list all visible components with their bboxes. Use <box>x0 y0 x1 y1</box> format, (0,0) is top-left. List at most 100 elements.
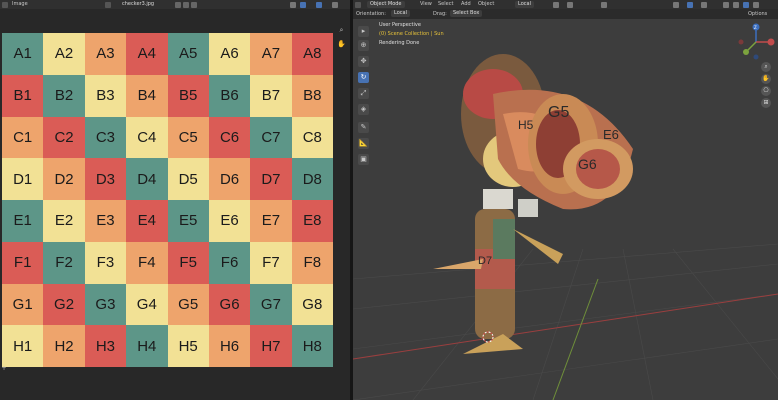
checker-cell-d8: D8 <box>291 158 333 200</box>
checker-cell-g1: G1 <box>2 283 44 326</box>
image-browse-icon[interactable] <box>105 2 111 8</box>
pan-hand-icon[interactable]: ✋ <box>337 40 346 49</box>
render-status-text: Rendering Done <box>379 40 420 46</box>
checker-cell-h2: H2 <box>43 325 85 367</box>
pan-view-icon[interactable]: ✋ <box>761 74 771 84</box>
checker-cell-c1: C1 <box>2 116 44 159</box>
measure-tool-button[interactable]: 📐 <box>358 138 369 149</box>
perspective-toggle-icon[interactable]: ⊞ <box>761 98 771 108</box>
tool-settings-bar: Orientation: Local Drag: Select Box Opti… <box>353 9 778 19</box>
checker-cell-e1: E1 <box>2 200 44 242</box>
navigation-gizmo[interactable]: Z <box>736 22 776 62</box>
checker-cell-g5: G5 <box>167 283 209 326</box>
transform-space-dropdown[interactable]: Local <box>515 1 534 8</box>
area-corner-icon[interactable]: + <box>1 366 7 372</box>
camera-view-icon[interactable]: ⎔ <box>761 86 771 96</box>
menu-select[interactable]: Select <box>438 0 453 9</box>
gizmo-toggle-icon[interactable] <box>316 2 322 8</box>
checker-cell-e3: E3 <box>84 200 127 242</box>
mode-dropdown[interactable]: Object Mode <box>367 1 405 8</box>
checker-cell-e2: E2 <box>43 200 85 242</box>
wireframe-shading-icon[interactable] <box>723 2 729 8</box>
options-button[interactable]: Options <box>748 9 767 19</box>
menu-object[interactable]: Object <box>478 0 494 9</box>
select-tool-button[interactable]: ▸ <box>358 26 369 37</box>
duck-model[interactable]: G5 G6 E6 H5 D7 <box>433 54 633 354</box>
collection-info-text: (0) Scene Collection | Sun <box>379 31 444 37</box>
add-cube-tool-button[interactable]: ▣ <box>358 154 369 165</box>
visibility-icon[interactable] <box>673 2 679 8</box>
zoom-view-icon[interactable]: ⌕ <box>761 62 771 72</box>
checker-cell-a1: A1 <box>2 33 44 75</box>
checker-cell-d7: D7 <box>250 158 292 200</box>
snap-icon[interactable] <box>567 2 573 8</box>
checker-cell-c4: C4 <box>126 116 168 159</box>
checker-cell-c8: C8 <box>291 116 333 159</box>
checker-cell-d4: D4 <box>126 158 168 200</box>
fake-user-icon[interactable] <box>175 2 181 8</box>
rotate-tool-button[interactable]: ↻ <box>358 72 369 83</box>
menu-image[interactable]: Image <box>12 0 28 9</box>
viewport-pane: Object Mode View Select Add Object Local… <box>353 0 778 400</box>
checker-cell-b7: B7 <box>250 74 292 117</box>
checker-cell-g4: G4 <box>126 283 168 326</box>
overlay-toggle-icon[interactable] <box>300 2 306 8</box>
cursor-tool-button[interactable]: ⊕ <box>358 40 369 51</box>
rendered-shading-icon[interactable] <box>753 2 759 8</box>
checker-cell-d3: D3 <box>84 158 127 200</box>
viewport-overlay-toggle-icon[interactable] <box>701 2 707 8</box>
pivot-icon[interactable] <box>553 2 559 8</box>
drag-dropdown[interactable]: Select Box <box>450 10 483 17</box>
scale-tool-button[interactable]: ⤢ <box>358 88 369 99</box>
menu-view[interactable]: View <box>420 0 432 9</box>
drag-label: Drag: <box>433 11 447 17</box>
checker-cell-a3: A3 <box>84 33 127 75</box>
sidebar-toggle-icon[interactable] <box>332 2 338 8</box>
checker-cell-b2: B2 <box>43 74 85 117</box>
model-label-h5: H5 <box>518 118 534 132</box>
checker-cell-g8: G8 <box>291 283 333 326</box>
x-axis-handle[interactable] <box>767 38 775 46</box>
proportional-edit-icon[interactable] <box>601 2 607 8</box>
checker-cell-a5: A5 <box>167 33 209 75</box>
move-tool-button[interactable]: ✥ <box>358 56 369 67</box>
annotate-tool-button[interactable]: ✎ <box>358 122 369 133</box>
checker-cell-h4: H4 <box>126 325 168 367</box>
y-axis-handle[interactable] <box>743 49 749 55</box>
checker-cell-c2: C2 <box>43 116 85 159</box>
checker-cell-g6: G6 <box>208 283 251 326</box>
viewport-gizmo-toggle-icon[interactable] <box>687 2 693 8</box>
x-axis-line <box>353 293 778 360</box>
new-image-icon[interactable] <box>183 2 189 8</box>
solid-shading-icon[interactable] <box>733 2 739 8</box>
checker-cell-a4: A4 <box>126 33 168 75</box>
checker-cell-c3: C3 <box>84 116 127 159</box>
orientation-dropdown[interactable]: Local <box>391 10 410 17</box>
checker-cell-f1: F1 <box>2 241 44 284</box>
checker-cell-b5: B5 <box>167 74 209 117</box>
checker-cell-a7: A7 <box>250 33 292 75</box>
viewport-editor-type-icon[interactable] <box>355 2 361 8</box>
model-label-g5: G5 <box>548 104 569 121</box>
checker-cell-b3: B3 <box>84 74 127 117</box>
transform-tool-button[interactable]: ◈ <box>358 104 369 115</box>
checker-cell-c7: C7 <box>250 116 292 159</box>
unlink-icon[interactable] <box>191 2 197 8</box>
checker-cell-f7: F7 <box>250 241 292 284</box>
checker-cell-h8: H8 <box>291 325 333 367</box>
editor-type-icon[interactable] <box>2 2 8 8</box>
checker-cell-f5: F5 <box>167 241 209 284</box>
checker-cell-b1: B1 <box>2 74 44 117</box>
checker-cell-g7: G7 <box>250 283 292 326</box>
checker-cell-a6: A6 <box>208 33 251 75</box>
image-filename[interactable]: checker3.jpg <box>122 0 154 9</box>
zoom-icon[interactable]: ⌕ <box>337 26 346 35</box>
checker-cell-f8: F8 <box>291 241 333 284</box>
viewport-header: Object Mode View Select Add Object Local <box>353 0 778 9</box>
checker-cell-f6: F6 <box>208 241 251 284</box>
display-channels-icon[interactable] <box>290 2 296 8</box>
checker-cell-h3: H3 <box>84 325 127 367</box>
menu-add[interactable]: Add <box>461 0 471 9</box>
material-shading-icon[interactable] <box>743 2 749 8</box>
checker-cell-g3: G3 <box>84 283 127 326</box>
